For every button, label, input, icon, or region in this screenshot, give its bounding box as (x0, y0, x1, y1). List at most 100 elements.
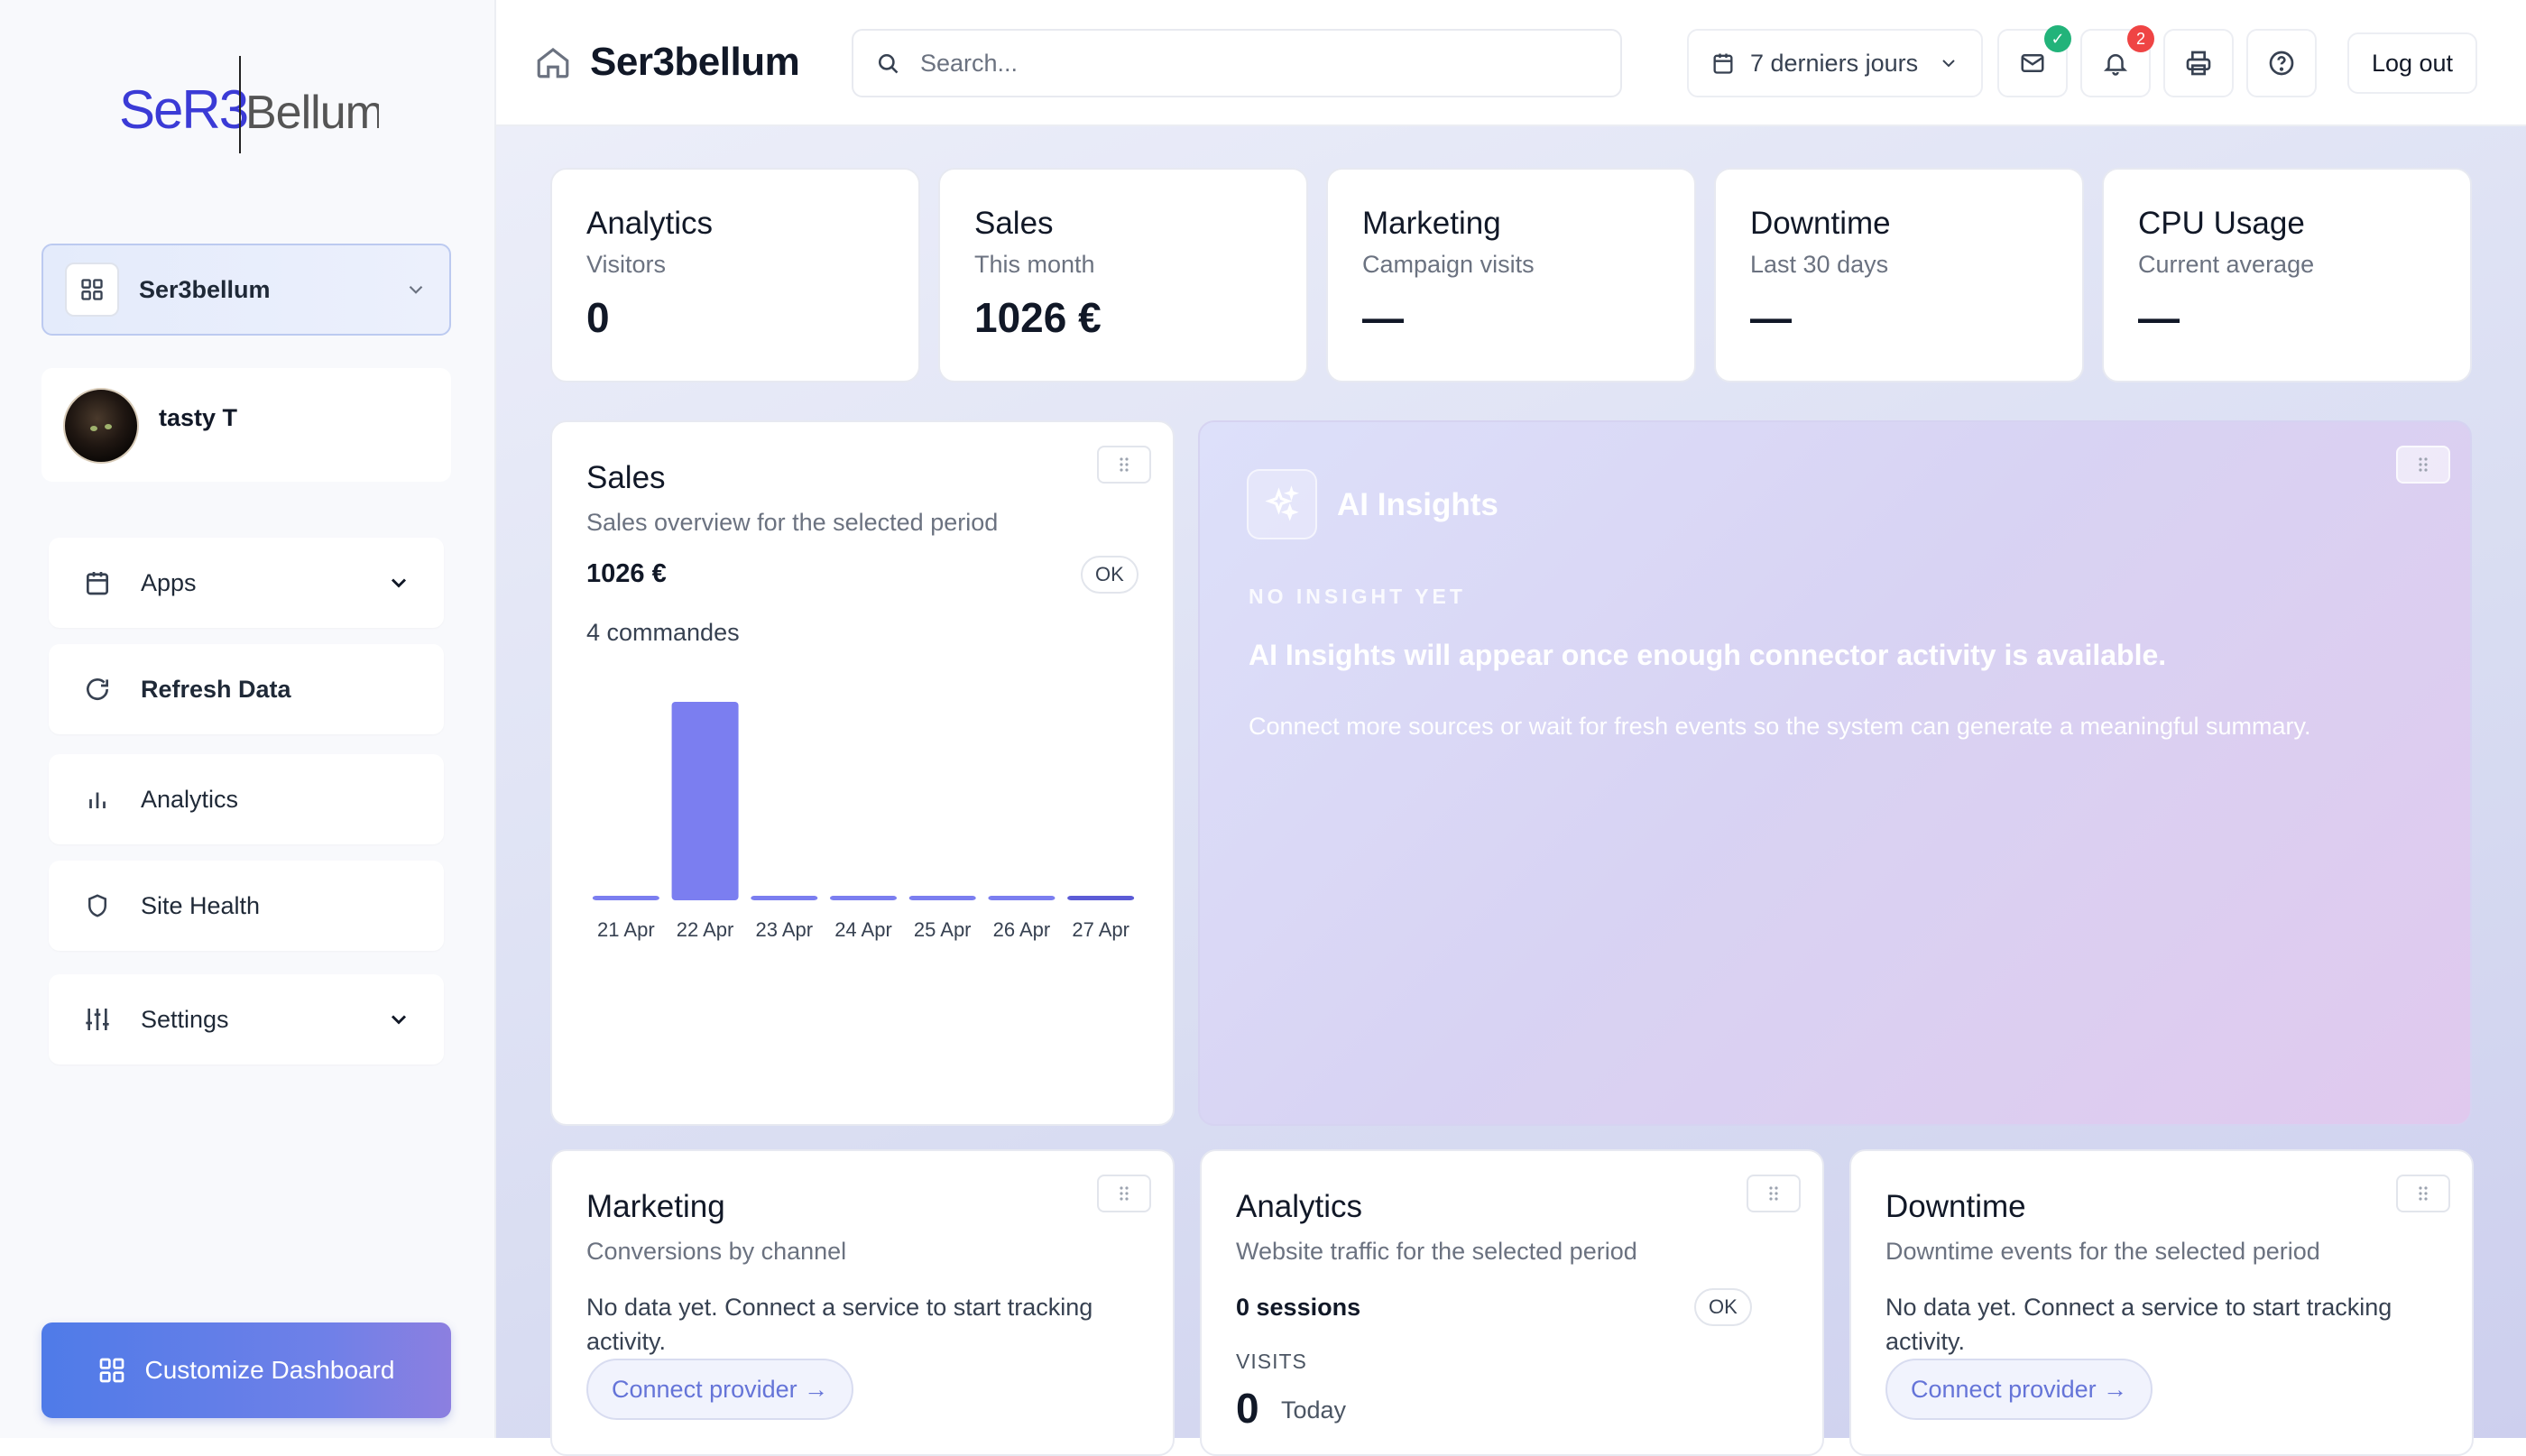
stat-value: 1026 € (974, 294, 1102, 341)
chart-bar[interactable] (908, 896, 976, 900)
printer-icon (2186, 51, 2211, 76)
stat-value: — (1750, 294, 1792, 341)
sidebar-item-label: Apps (141, 568, 197, 596)
stat-subtitle: Current average (2138, 251, 2315, 278)
orders-count: 4 commandes (586, 619, 740, 646)
notifications-button[interactable]: 2 (2080, 25, 2154, 97)
card-subtitle: Website traffic for the selected period (1236, 1238, 1637, 1265)
marketing-card: Marketing Conversions by channel No data… (550, 1149, 1175, 1456)
stat-title: Marketing (1362, 206, 1501, 241)
sidebar-item-refresh-data[interactable]: Refresh Data (49, 644, 444, 734)
shield-icon (81, 889, 114, 922)
drag-handle[interactable] (1097, 1175, 1151, 1212)
drag-handle-icon (2419, 457, 2428, 472)
sidebar-item-label: Settings (141, 1005, 229, 1033)
notifications-count-badge: 2 (2127, 25, 2154, 52)
card-title: Marketing (586, 1189, 725, 1224)
top-bar: Ser3bellum 7 derniers jours ✓ 2 Log out (496, 0, 2526, 126)
chart-x-tick-label: 22 Apr (677, 918, 734, 941)
chart-bar[interactable] (592, 896, 659, 900)
drag-handle-icon (1120, 1186, 1129, 1201)
analytics-card: Analytics Website traffic for the select… (1200, 1149, 1824, 1456)
help-icon (2269, 51, 2294, 76)
mail-button[interactable]: ✓ (1997, 25, 2071, 97)
stat-value: — (1362, 294, 1404, 341)
app-logo[interactable]: SeR3 Bellum (117, 52, 384, 157)
grid-icon (65, 263, 119, 317)
chart-bar[interactable] (1067, 896, 1135, 900)
sidebar-item-analytics[interactable]: Analytics (49, 754, 444, 844)
card-title: Downtime (1885, 1189, 2026, 1224)
card-title: Sales (586, 460, 666, 495)
user-profile[interactable]: tasty T (41, 368, 451, 482)
help-button[interactable] (2246, 29, 2317, 97)
drag-handle[interactable] (1747, 1175, 1801, 1212)
card-subtitle: Downtime events for the selected period (1885, 1238, 2320, 1265)
drag-handle-icon (2419, 1186, 2428, 1201)
card-title: AI Insights (1337, 487, 1498, 522)
sales-card: Sales Sales overview for the selected pe… (550, 420, 1175, 1126)
connect-provider-button[interactable]: Connect provider → (1885, 1359, 2153, 1420)
print-button[interactable] (2163, 29, 2234, 97)
stat-card-cpu-usage: CPU Usage Current average — (2102, 168, 2472, 382)
drag-handle[interactable] (2396, 1175, 2450, 1212)
stat-card-marketing: Marketing Campaign visits — (1326, 168, 1696, 382)
stat-subtitle: Campaign visits (1362, 251, 1535, 278)
customize-dashboard-label: Customize Dashboard (144, 1356, 395, 1384)
page-title: Ser3bellum (590, 40, 800, 84)
stat-card-analytics: Analytics Visitors 0 (550, 168, 920, 382)
connect-provider-button[interactable]: Connect provider → (586, 1359, 854, 1420)
drag-handle[interactable] (1097, 446, 1151, 484)
sidebar-item-settings[interactable]: Settings (49, 974, 444, 1064)
logout-label: Log out (2371, 49, 2454, 77)
status-badge: OK (1081, 556, 1139, 594)
ai-insights-card: AI Insights NO INSIGHT YET AI Insights w… (1198, 420, 2472, 1126)
avatar (63, 388, 139, 464)
date-range-value: 7 derniers jours (1750, 49, 1919, 77)
stat-title: CPU Usage (2138, 206, 2305, 241)
logo-text-left: SeR3 (119, 79, 247, 140)
sales-bar-chart: 21 Apr 22 Apr 23 Apr 24 Apr 25 Apr 26 Apr 27 A… (592, 702, 1135, 941)
sparkles-icon (1247, 469, 1317, 539)
chart-bar[interactable] (751, 896, 818, 900)
stat-title: Sales (974, 206, 1054, 241)
search-icon (878, 53, 899, 74)
mail-status-badge: ✓ (2044, 25, 2071, 52)
stat-value: 0 (586, 294, 610, 341)
home-icon[interactable] (534, 43, 572, 81)
logout-button[interactable]: Log out (2347, 32, 2477, 94)
sidebar-item-site-health[interactable]: Site Health (49, 861, 444, 951)
sidebar-item-label: Refresh Data (141, 675, 291, 703)
drag-handle[interactable] (2396, 446, 2450, 484)
chart-bar[interactable] (988, 896, 1056, 900)
date-range-select[interactable]: 7 derniers jours (1687, 29, 1983, 97)
workspace-selector[interactable]: Ser3bellum (41, 244, 451, 336)
sidebar-item-apps[interactable]: Apps (49, 538, 444, 628)
chart-bar[interactable] (830, 896, 897, 900)
calendar-icon (1713, 53, 1733, 74)
chevron-down-icon (391, 1015, 407, 1025)
stat-subtitle: This month (974, 251, 1095, 278)
search-bar[interactable] (852, 29, 1622, 97)
customize-dashboard-button[interactable]: Customize Dashboard (41, 1322, 451, 1418)
chart-x-tick-label: 25 Apr (914, 918, 972, 941)
card-subtitle: Conversions by channel (586, 1238, 847, 1265)
drag-handle-icon (1120, 457, 1129, 472)
logo-text-right: Bellum (245, 87, 379, 139)
card-subtitle: Sales overview for the selected period (586, 509, 999, 536)
search-input[interactable] (920, 49, 1599, 78)
chart-x-tick-label: 27 Apr (1072, 918, 1129, 941)
stat-subtitle: Visitors (586, 251, 667, 278)
refresh-icon (81, 673, 114, 705)
calendar-icon (81, 567, 114, 599)
drag-handle-icon (1769, 1186, 1778, 1201)
downtime-card: Downtime Downtime events for the selecte… (1849, 1149, 2474, 1456)
stat-title: Analytics (586, 206, 714, 241)
stat-card-sales: Sales This month 1026 € (938, 168, 1308, 382)
chart-x-tick-label: 23 Apr (755, 918, 813, 941)
bell-icon (2103, 54, 2128, 76)
sidebar: SeR3 Bellum Ser3bellum tasty T Apps Refr… (0, 0, 496, 1438)
insight-headline: AI Insights will appear once enough conn… (1249, 639, 2167, 671)
status-badge: OK (1694, 1288, 1752, 1326)
chart-bar[interactable] (671, 702, 739, 900)
